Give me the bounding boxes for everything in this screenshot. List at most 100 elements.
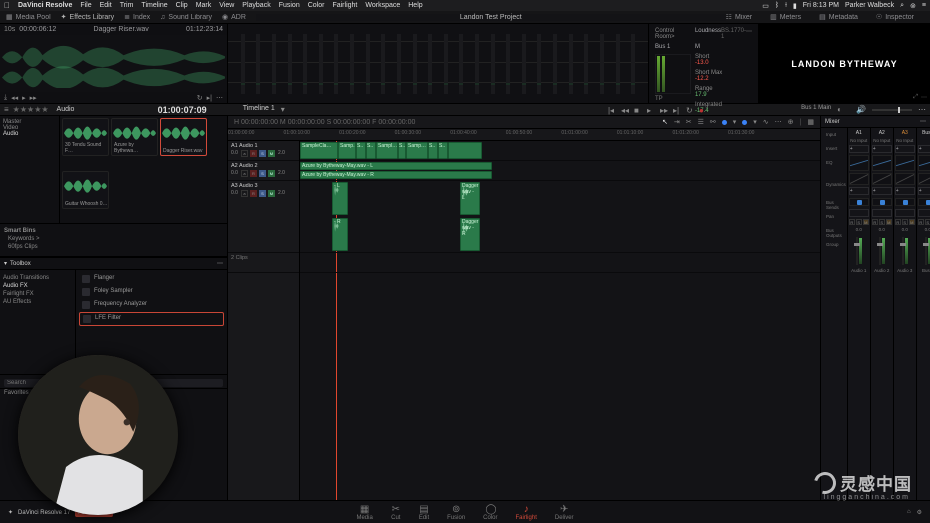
- track-lane[interactable]: SampleCla…Samp…S..S..Sampl…S..Samp…S..S.…: [300, 141, 820, 161]
- tl-loop-icon[interactable]: ↻: [686, 106, 693, 113]
- tl-rec-icon[interactable]: ●: [699, 106, 706, 113]
- record-button[interactable]: R: [250, 150, 257, 157]
- fader[interactable]: [879, 237, 881, 265]
- apple-logo-icon[interactable]: : [4, 1, 10, 10]
- page-tab-fairlight[interactable]: ♪Fairlight: [516, 504, 537, 521]
- fx-category[interactable]: Audio Transitions: [3, 275, 72, 281]
- spotlight-icon[interactable]: ⌕: [900, 2, 904, 10]
- timeline-tab-chevron-icon[interactable]: ▾: [281, 105, 285, 115]
- toolbar-mixer[interactable]: ☷Mixer: [726, 13, 752, 21]
- src-opts-icon[interactable]: ⋯: [216, 94, 223, 102]
- fx-item[interactable]: LFE Filter: [79, 312, 224, 326]
- mute-button[interactable]: M: [268, 150, 275, 157]
- menu-trim[interactable]: Trim: [120, 2, 134, 9]
- flag-blue-icon[interactable]: [722, 120, 727, 125]
- mute-button[interactable]: M: [268, 170, 275, 177]
- toolbar-inspector[interactable]: ☉Inspector: [876, 13, 914, 21]
- toolbar-effectslib[interactable]: ✦Effects Library: [61, 13, 115, 21]
- toolbar-soundlib[interactable]: ♫Sound Library: [160, 14, 212, 21]
- automation-icon[interactable]: ∿: [763, 118, 769, 126]
- marker-blue-chevron-icon[interactable]: ▾: [753, 118, 757, 126]
- fx-item[interactable]: Frequency Analyzer: [79, 299, 224, 311]
- record-button[interactable]: R: [250, 190, 257, 197]
- fader[interactable]: [925, 237, 927, 265]
- mixer-opts-icon[interactable]: ⋯: [918, 105, 926, 114]
- zoom-icon[interactable]: ⊕: [788, 118, 794, 126]
- audio-clip[interactable]: - R: [332, 218, 348, 251]
- menu-mark[interactable]: Mark: [196, 2, 212, 9]
- menu-view[interactable]: View: [219, 2, 234, 9]
- dynamics-graph[interactable]: [849, 173, 869, 185]
- tl-prev-icon[interactable]: ◂◂: [621, 106, 628, 113]
- audio-clip[interactable]: S..: [438, 142, 448, 159]
- source-waveform[interactable]: [0, 35, 227, 92]
- menu-color[interactable]: Color: [308, 2, 325, 9]
- audio-clip[interactable]: [448, 142, 482, 159]
- wifi-icon[interactable]: ⟊: [785, 2, 787, 10]
- fx-item[interactable]: Flanger: [79, 273, 224, 285]
- fader[interactable]: [902, 237, 904, 265]
- viewer-expand-icon[interactable]: ⤢: [913, 94, 918, 101]
- audio-clip[interactable]: Sampl…: [376, 142, 398, 159]
- ch-solo-button[interactable]: S: [925, 219, 930, 225]
- menu-timeline[interactable]: Timeline: [141, 2, 167, 9]
- menu-clip[interactable]: Clip: [176, 2, 188, 9]
- media-clip[interactable]: 30 Tendu Sound F…: [62, 118, 109, 156]
- tl-next-icon[interactable]: ▸▸: [660, 106, 667, 113]
- channel-input[interactable]: No Input: [873, 138, 890, 143]
- channel-input[interactable]: No Input: [850, 138, 867, 143]
- toolbar-mediapool[interactable]: ▦Media Pool: [6, 13, 51, 21]
- insert-slot[interactable]: +: [849, 145, 869, 153]
- ch-mute-button[interactable]: M: [909, 219, 915, 225]
- channel-input[interactable]: No Input: [896, 138, 913, 143]
- page-tab-deliver[interactable]: ✈Deliver: [555, 504, 574, 521]
- src-play-icon[interactable]: ▸: [22, 94, 26, 102]
- pan-control[interactable]: [849, 198, 869, 206]
- pan-control[interactable]: [872, 198, 892, 206]
- menu-help[interactable]: Help: [408, 2, 422, 9]
- bus-send-slot[interactable]: +: [872, 187, 892, 195]
- dynamics-graph[interactable]: [895, 173, 915, 185]
- page-tab-fusion[interactable]: ⊚Fusion: [447, 504, 465, 521]
- bin-audio[interactable]: Audio: [3, 131, 56, 137]
- bus-send-slot[interactable]: +: [849, 187, 869, 195]
- ch-rec-button[interactable]: R: [849, 219, 855, 225]
- toolbar-index[interactable]: ≣Index: [124, 13, 150, 21]
- solo-button[interactable]: S: [259, 170, 266, 177]
- flag-blue-chevron-icon[interactable]: ▾: [733, 118, 737, 126]
- control-room-label[interactable]: Control Room>: [655, 28, 691, 40]
- battery-icon[interactable]: ▮: [793, 2, 797, 10]
- fader[interactable]: [856, 237, 858, 265]
- arm-button[interactable]: a: [241, 190, 248, 197]
- solo-button[interactable]: S: [259, 190, 266, 197]
- dynamics-graph[interactable]: [872, 173, 892, 185]
- media-clip[interactable]: Guitar Whoosh 0…: [62, 171, 109, 209]
- bus-send-slot[interactable]: +: [895, 187, 915, 195]
- toolbar-metadata[interactable]: ▤Metadata: [819, 13, 858, 21]
- project-settings-icon[interactable]: ⚙: [917, 509, 922, 516]
- audio-clip[interactable]: - L: [332, 182, 348, 215]
- marker-blue-icon[interactable]: [742, 120, 747, 125]
- bluetooth-icon[interactable]: ᛒ: [775, 2, 779, 9]
- eq-curve[interactable]: [918, 155, 930, 171]
- toolbar-meters[interactable]: ▥Meters: [770, 13, 801, 21]
- track-lane[interactable]: - L- RDagger…wav - LDagger…wav - R: [300, 181, 820, 253]
- page-tab-cut[interactable]: ✂Cut: [391, 504, 401, 521]
- media-clip[interactable]: Azure by Bythewa…: [111, 118, 158, 156]
- bus-output-slot[interactable]: [849, 209, 869, 217]
- insert-slot[interactable]: +: [872, 145, 892, 153]
- src-go-end-icon[interactable]: ▸|: [207, 94, 212, 102]
- audio-clip[interactable]: S..: [356, 142, 366, 159]
- page-tab-edit[interactable]: ▤Edit: [419, 504, 429, 521]
- ch-rec-button[interactable]: R: [918, 219, 924, 225]
- mixer-channel[interactable]: A3 No Input + + RSM 0.0 Audio 3: [893, 128, 916, 500]
- track-lane[interactable]: Azure by Bytheway-May.wav - LAzure by By…: [300, 161, 820, 181]
- menu-edit[interactable]: Edit: [100, 2, 112, 9]
- audio-clip[interactable]: Azure by Bytheway-May.wav - L: [300, 162, 492, 170]
- src-loop-icon[interactable]: ↻: [197, 94, 203, 102]
- toolbar-adr[interactable]: ◉ADR: [222, 13, 246, 21]
- smart-bin-60fps[interactable]: 60fps Clips: [8, 244, 223, 250]
- ch-solo-button[interactable]: S: [902, 219, 908, 225]
- viewer-opts-icon[interactable]: ⋯: [921, 94, 927, 101]
- menu-playback[interactable]: Playback: [242, 2, 270, 9]
